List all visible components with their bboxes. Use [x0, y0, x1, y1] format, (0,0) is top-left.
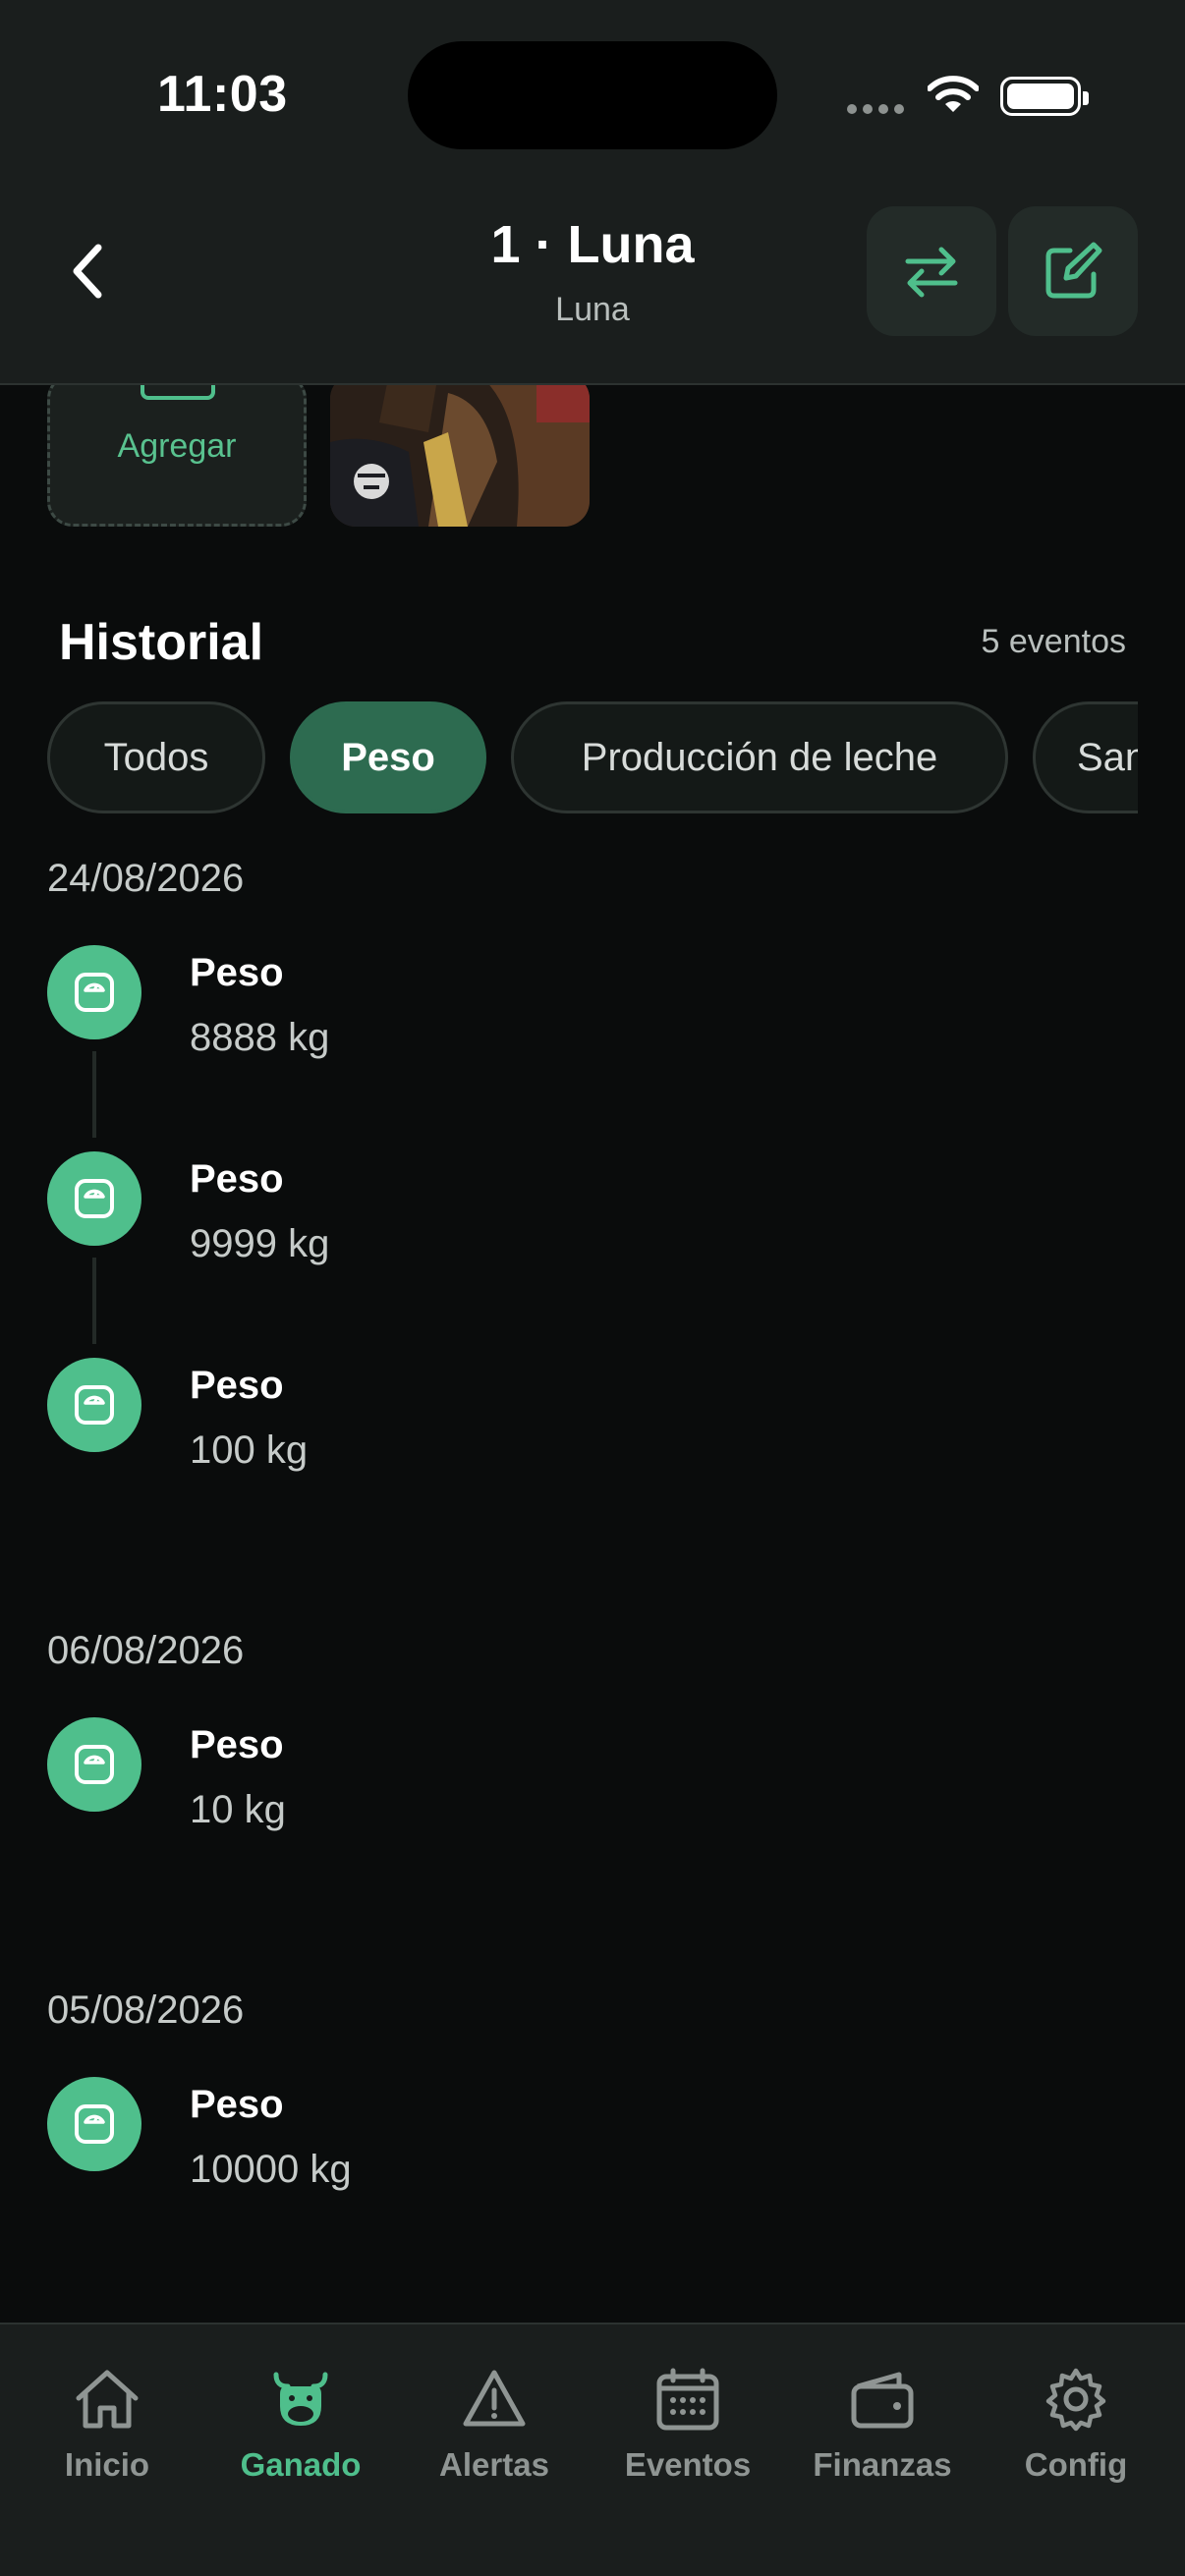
tab-label: Ganado [240, 2446, 362, 2483]
event-title: Peso [190, 2083, 284, 2126]
animal-photo-thumbnail[interactable] [330, 373, 590, 527]
scale-icon [47, 1151, 141, 1246]
event-title: Peso [190, 951, 284, 994]
arrows-swap-icon [905, 247, 958, 298]
filter-chip-peso[interactable]: Peso [290, 701, 486, 813]
history-event[interactable]: Peso 10000 kg [47, 2077, 931, 2191]
gear-icon [1039, 2362, 1113, 2436]
date-header: 06/08/2026 [47, 1629, 245, 1672]
add-photo-label: Agregar [117, 427, 237, 465]
scale-icon [47, 1358, 141, 1452]
event-title: Peso [190, 1157, 284, 1201]
status-time: 11:03 [157, 66, 288, 123]
event-value: 10 kg [190, 1788, 286, 1831]
calendar-icon [650, 2362, 725, 2436]
filter-chip-todos[interactable]: Todos [47, 701, 265, 813]
history-event[interactable]: Peso 9999 kg [47, 1151, 931, 1265]
filter-chip-produccion-leche[interactable]: Producción de leche [511, 701, 1008, 813]
event-value: 9999 kg [190, 1222, 330, 1265]
scale-icon [47, 945, 141, 1039]
history-title: Historial [59, 614, 264, 671]
wifi-icon [927, 75, 980, 114]
tab-label: Eventos [624, 2446, 752, 2483]
date-header: 24/08/2026 [47, 857, 245, 900]
history-filter-chips: Todos Peso Producción de leche Sanidad [47, 701, 1138, 815]
event-title: Peso [190, 1723, 284, 1766]
tab-eventos[interactable]: Eventos [599, 2362, 776, 2499]
wallet-icon [845, 2362, 920, 2436]
history-event[interactable]: Peso 100 kg [47, 1358, 931, 1472]
tab-label: Alertas [439, 2446, 549, 2483]
camera-icon [141, 384, 215, 400]
cellular-signal-icon [847, 104, 906, 114]
event-value: 8888 kg [190, 1016, 330, 1059]
battery-icon [1000, 77, 1089, 116]
tab-bar: Inicio Ganado Alertas Eventos Finanzas C… [0, 2323, 1185, 2576]
event-value: 10000 kg [190, 2148, 352, 2191]
tab-alertas[interactable]: Alertas [406, 2362, 583, 2499]
event-value: 100 kg [190, 1428, 309, 1472]
tab-label: Inicio [64, 2446, 150, 2483]
edit-icon [1045, 242, 1102, 299]
history-count: 5 eventos [981, 623, 1126, 660]
date-header: 05/08/2026 [47, 1988, 245, 2032]
edit-button[interactable] [1008, 206, 1138, 336]
scale-icon [47, 1717, 141, 1812]
timeline-connector [92, 1258, 96, 1344]
transfer-button[interactable] [867, 206, 996, 336]
event-title: Peso [190, 1364, 284, 1407]
tab-ganado[interactable]: Ganado [212, 2362, 389, 2499]
cow-icon [263, 2362, 338, 2436]
history-event[interactable]: Peso 10 kg [47, 1717, 931, 1831]
tab-label: Finanzas [813, 2446, 952, 2483]
filter-chip-sanidad[interactable]: Sanidad [1033, 701, 1138, 813]
timeline-connector [92, 1051, 96, 1138]
add-photo-button[interactable]: Agregar [47, 373, 307, 527]
home-icon [70, 2362, 144, 2436]
scale-icon [47, 2077, 141, 2171]
tab-inicio[interactable]: Inicio [19, 2362, 196, 2499]
tab-config[interactable]: Config [988, 2362, 1164, 2499]
warning-icon [457, 2362, 532, 2436]
history-event[interactable]: Peso 8888 kg [47, 945, 931, 1059]
dynamic-island [408, 41, 777, 149]
top-bar: 11:03 1 · Luna Luna [0, 0, 1185, 385]
tab-label: Config [1024, 2446, 1128, 2483]
tab-finanzas[interactable]: Finanzas [794, 2362, 971, 2499]
